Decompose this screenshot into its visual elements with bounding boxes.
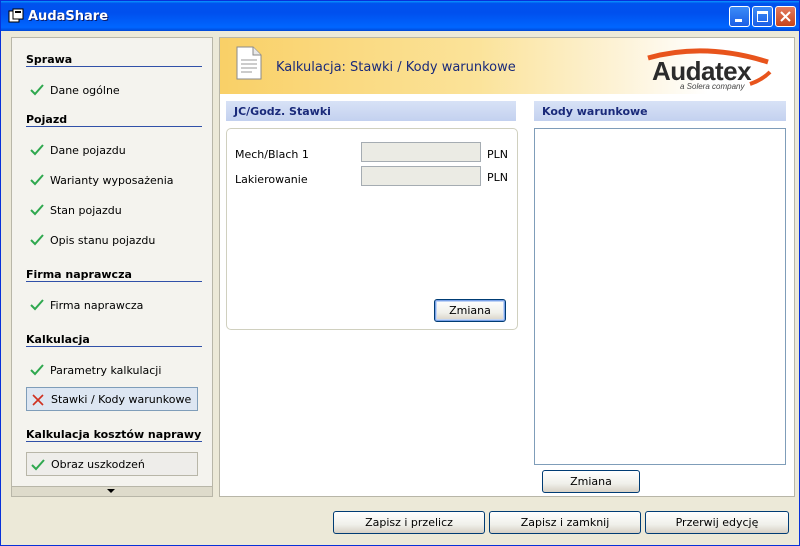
section-divider <box>26 441 202 442</box>
checkmark-icon <box>31 459 45 471</box>
save-close-button[interactable]: Zapisz i zamknij <box>489 511 641 534</box>
sidebar-item-label: Stan pojazdu <box>50 203 122 217</box>
section-heading-firma-naprawcza: Firma naprawcza <box>26 268 132 281</box>
section-divider <box>26 281 202 282</box>
sidebar-item-warianty-wyposazenia[interactable]: Warianty wyposażenia <box>26 168 198 192</box>
chevron-down-icon <box>107 489 115 493</box>
sidebar-item-dane-pojazdu[interactable]: Dane pojazdu <box>26 138 198 162</box>
page-header-banner: Kalkulacja: Stawki / Kody warunkowe Auda… <box>220 38 794 94</box>
main-content: Kalkulacja: Stawki / Kody warunkowe Auda… <box>219 37 795 497</box>
minimize-button[interactable] <box>729 6 750 27</box>
codes-list[interactable] <box>534 128 786 465</box>
mech-blach-rate-field[interactable] <box>361 142 481 162</box>
maximize-button[interactable] <box>752 6 773 27</box>
checkmark-icon <box>30 299 44 311</box>
sidebar-item-label: Warianty wyposażenia <box>50 173 174 187</box>
document-icon <box>236 46 262 80</box>
navigation-sidebar: Sprawa Dane ogólne Pojazd Dane pojazdu W… <box>11 37 213 497</box>
field-label-lakierowanie: Lakierowanie <box>235 173 308 186</box>
checkmark-icon <box>30 144 44 156</box>
audatex-logo: Audatex a Solera company <box>630 44 780 91</box>
sidebar-item-label: Parametry kalkulacji <box>50 363 162 377</box>
checkmark-icon <box>30 174 44 186</box>
codes-panel-heading: Kody warunkowe <box>534 101 786 121</box>
rates-change-button[interactable]: Zmiana <box>434 299 506 322</box>
sidebar-item-label: Dane ogólne <box>50 83 120 97</box>
field-unit: PLN <box>487 171 508 184</box>
rates-group-box: Mech/Blach 1 PLN Lakierowanie PLN Zmiana <box>226 128 518 330</box>
logo-subtext: a Solera company <box>680 82 745 91</box>
close-icon <box>780 11 791 22</box>
sidebar-scroll-down-button[interactable] <box>12 486 212 496</box>
window-body: Sprawa Dane ogólne Pojazd Dane pojazdu W… <box>5 31 795 543</box>
app-icon <box>8 8 24 23</box>
sidebar-item-label: Stawki / Kody warunkowe <box>51 392 192 406</box>
checkmark-icon <box>30 84 44 96</box>
error-x-icon <box>32 394 44 406</box>
lakierowanie-rate-field[interactable] <box>361 166 481 186</box>
checkmark-icon <box>30 204 44 216</box>
maximize-icon <box>757 11 768 22</box>
sidebar-item-parametry-kalkulacji[interactable]: Parametry kalkulacji <box>26 358 198 382</box>
section-heading-sprawa: Sprawa <box>26 53 73 66</box>
sidebar-item-dane-ogolne[interactable]: Dane ogólne <box>26 78 198 102</box>
sidebar-item-stan-pojazdu[interactable]: Stan pojazdu <box>26 198 198 222</box>
sidebar-item-label: Obraz uszkodzeń <box>51 457 145 471</box>
codes-change-button[interactable]: Zmiana <box>542 470 640 493</box>
sidebar-item-label: Dane pojazdu <box>50 143 126 157</box>
save-recalculate-button[interactable]: Zapisz i przelicz <box>333 511 485 534</box>
sidebar-item-label: Opis stanu pojazdu <box>50 233 156 247</box>
title-bar[interactable]: AudaShare <box>1 1 799 31</box>
field-label-mech-blach: Mech/Blach 1 <box>235 148 309 161</box>
sidebar-item-opis-stanu-pojazdu[interactable]: Opis stanu pojazdu <box>26 228 198 252</box>
field-unit: PLN <box>487 148 508 161</box>
section-heading-kalkulacja-kosztow-naprawy: Kalkulacja kosztów naprawy <box>26 428 202 441</box>
sidebar-item-stawki-kody-warunkowe[interactable]: Stawki / Kody warunkowe <box>26 387 198 411</box>
section-heading-kalkulacja: Kalkulacja <box>26 333 90 346</box>
section-divider <box>26 346 202 347</box>
checkmark-icon <box>30 364 44 376</box>
sidebar-item-label: Firma naprawcza <box>50 298 144 312</box>
rates-panel-heading: JC/Godz. Stawki <box>226 101 516 121</box>
section-heading-pojazd: Pojazd <box>26 113 68 126</box>
sidebar-item-obraz-uszkodzen[interactable]: Obraz uszkodzeń <box>26 452 198 476</box>
abort-edit-button[interactable]: Przerwij edycję <box>645 511 789 534</box>
window-title: AudaShare <box>28 9 109 24</box>
checkmark-icon <box>30 234 44 246</box>
page-title: Kalkulacja: Stawki / Kody warunkowe <box>276 60 516 75</box>
minimize-icon <box>735 19 742 22</box>
sidebar-item-firma-naprawcza[interactable]: Firma naprawcza <box>26 293 198 317</box>
section-divider <box>26 66 202 67</box>
app-window: AudaShare Sprawa Dane ogólne Pojazd Dane… <box>0 0 800 546</box>
section-divider <box>26 126 202 127</box>
close-button[interactable] <box>775 6 796 27</box>
